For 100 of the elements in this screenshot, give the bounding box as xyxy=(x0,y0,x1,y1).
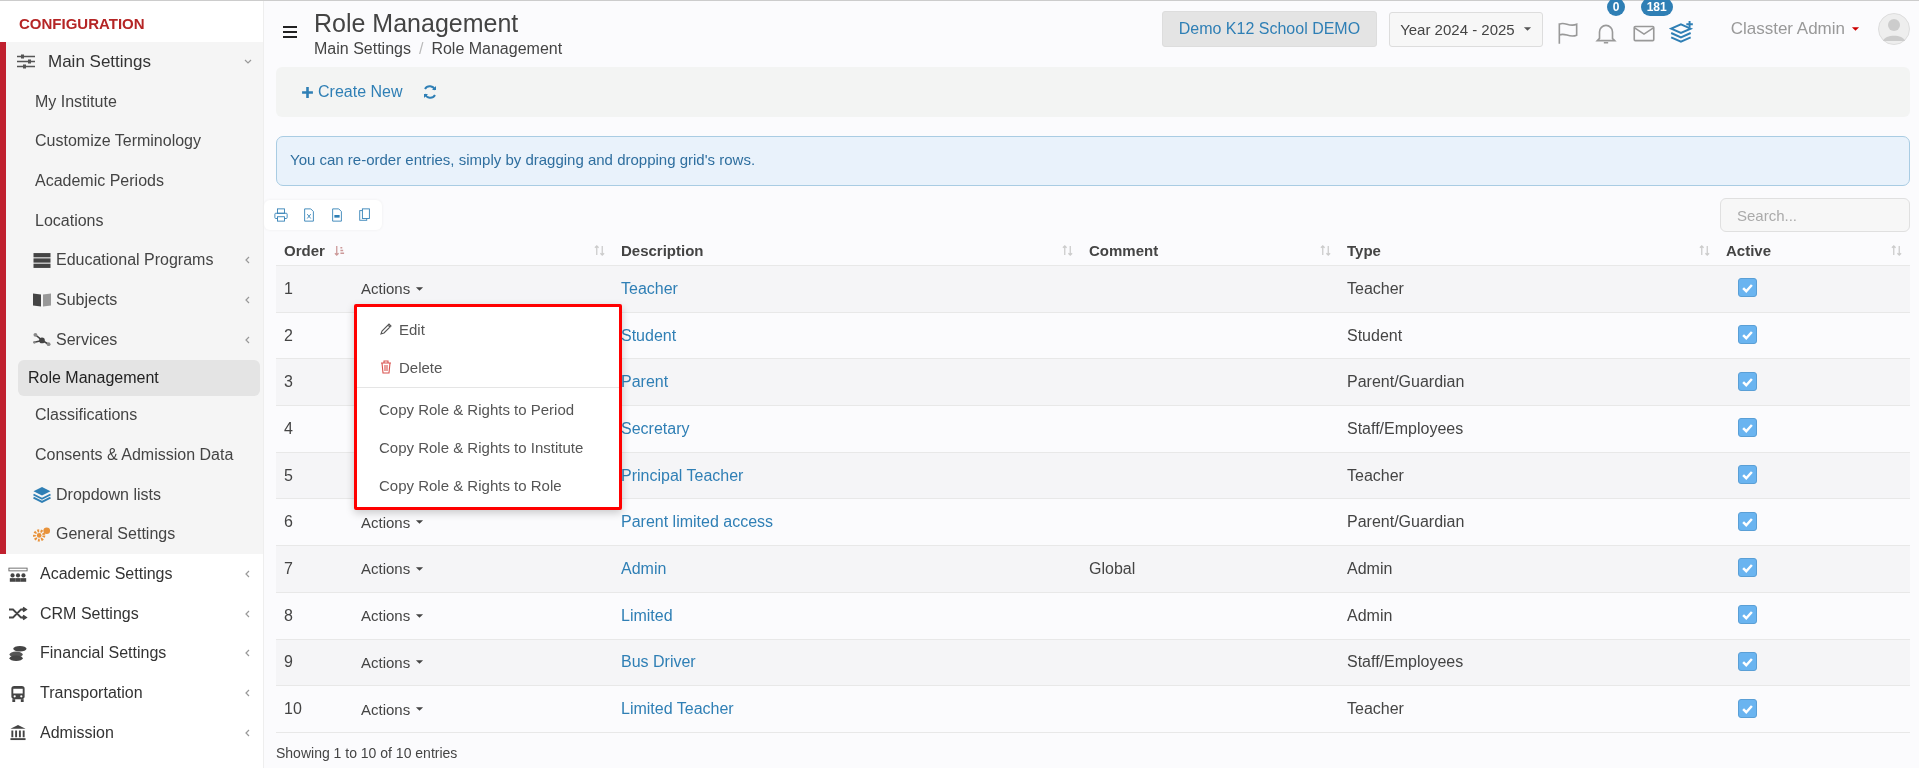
sidebar-item[interactable]: My Institute xyxy=(6,81,263,122)
sort-icon[interactable] xyxy=(1699,245,1710,256)
order-cell-text: 6 xyxy=(283,513,294,532)
column-header[interactable]: Active xyxy=(1726,242,1772,259)
type-cell: Parent/Guardian xyxy=(1347,373,1465,391)
column-header[interactable]: Comment xyxy=(1089,242,1159,259)
type-cell: Staff/Employees xyxy=(1347,419,1464,437)
active-checkbox[interactable] xyxy=(1738,558,1757,578)
sidebar-item[interactable]: Classifications xyxy=(6,395,263,436)
people-icon xyxy=(8,565,28,583)
role-link[interactable]: Limited xyxy=(621,606,673,624)
role-link[interactable]: Student xyxy=(621,326,677,344)
breadcrumb-item[interactable]: Main Settings xyxy=(314,39,411,58)
active-checkbox[interactable] xyxy=(1738,698,1757,718)
actions-button[interactable]: Actions xyxy=(361,653,425,671)
print-icon[interactable] xyxy=(274,208,288,222)
info-alert: You can re-order entries, simply by dragging and dropping grid's rows. xyxy=(276,136,1910,186)
year-select[interactable]: Year 2024 - 2025 xyxy=(1389,11,1543,47)
type-cell: Admin xyxy=(1347,606,1393,624)
menu-item[interactable]: Edit xyxy=(357,310,619,348)
notification-badge: 0 xyxy=(1606,0,1626,16)
refresh-icon[interactable] xyxy=(422,84,439,100)
sidebar-item[interactable]: Academic Periods xyxy=(6,161,263,201)
sidebar-item[interactable]: Subjects xyxy=(6,280,263,320)
role-link[interactable]: Limited Teacher xyxy=(621,700,734,718)
type-cell: Teacher xyxy=(1347,700,1404,718)
csv-file-icon[interactable] xyxy=(330,208,344,222)
search-field[interactable]: Search... xyxy=(1720,198,1910,232)
breadcrumb-separator: / xyxy=(418,39,424,58)
coins-icon xyxy=(8,644,28,662)
role-link[interactable]: Bus Driver xyxy=(621,653,696,671)
comment-cell: Global xyxy=(1089,559,1136,577)
menu-icon[interactable] xyxy=(282,25,298,39)
sidebar-item[interactable]: Main Settings xyxy=(6,42,263,82)
sidebar-item[interactable]: Educational Programs xyxy=(6,240,263,281)
column-header[interactable]: Description xyxy=(621,242,704,259)
sidebar-item[interactable]: Financial Settings xyxy=(0,633,263,674)
role-link[interactable]: Parent limited access xyxy=(621,513,774,531)
active-checkbox[interactable] xyxy=(1738,325,1757,345)
layers-plus-icon[interactable] xyxy=(1668,20,1695,46)
role-link[interactable]: Parent xyxy=(621,373,669,391)
actions-button[interactable]: Actions xyxy=(361,513,425,531)
caret-down-icon xyxy=(415,285,425,292)
create-new-button[interactable]: Create New xyxy=(301,83,403,101)
active-checkbox[interactable] xyxy=(1738,418,1757,438)
actions-button[interactable]: Actions xyxy=(361,560,425,578)
sidebar-item[interactable]: Services xyxy=(6,319,263,360)
column-header[interactable]: Type xyxy=(1347,242,1381,259)
menu-item[interactable]: Copy Role & Rights to Role xyxy=(357,466,619,504)
caret-down-icon xyxy=(415,706,425,713)
sidebar-item[interactable]: Dropdown lists xyxy=(6,474,263,515)
order-cell-text: 8 xyxy=(283,606,294,625)
type-cell: Teacher xyxy=(1347,466,1404,484)
gears-icon xyxy=(32,525,52,543)
sidebar-item[interactable]: Academic Settings xyxy=(0,554,263,594)
role-link[interactable]: Teacher xyxy=(621,279,678,297)
actions-button[interactable]: Actions xyxy=(361,280,425,298)
active-checkbox[interactable] xyxy=(1738,511,1757,531)
order-cell-text: 4 xyxy=(283,419,294,438)
order-cell-text: 5 xyxy=(283,466,294,485)
role-link[interactable]: Principal Teacher xyxy=(621,466,744,484)
copy-icon[interactable] xyxy=(358,208,372,222)
sort-icon[interactable] xyxy=(1891,245,1902,256)
menu-item[interactable]: Copy Role & Rights to Period xyxy=(357,390,619,428)
type-cell: Admin xyxy=(1347,559,1393,577)
entries-info: Showing 1 to 10 of 10 entries xyxy=(276,744,459,761)
caret-down-icon xyxy=(415,612,425,619)
active-checkbox[interactable] xyxy=(1738,278,1757,298)
sort-ascending-icon[interactable] xyxy=(334,245,345,256)
sort-icon[interactable] xyxy=(594,245,605,256)
sidebar-item[interactable]: Customize Terminology xyxy=(6,121,263,162)
excel-file-icon[interactable] xyxy=(302,208,316,222)
actions-button[interactable]: Actions xyxy=(361,700,425,718)
sidebar-item[interactable]: Consents & Admission Data xyxy=(6,435,263,475)
sidebar-item[interactable]: Transportation xyxy=(0,673,263,713)
breadcrumb-item: Role Management xyxy=(431,39,563,58)
shuffle-icon xyxy=(8,605,28,623)
sidebar-item[interactable]: Admission xyxy=(0,713,263,753)
sidebar-item[interactable]: Locations xyxy=(6,200,263,241)
sort-icon[interactable] xyxy=(1062,245,1073,256)
sidebar-item[interactable]: General Settings xyxy=(6,514,263,555)
school-button[interactable]: Demo K12 School DEMO xyxy=(1161,11,1378,47)
menu-item[interactable]: Delete xyxy=(357,348,619,386)
menu-item[interactable]: Copy Role & Rights to Institute xyxy=(357,428,619,466)
active-checkbox[interactable] xyxy=(1738,371,1757,391)
column-header[interactable]: Order xyxy=(284,242,325,259)
sort-icon[interactable] xyxy=(1320,245,1331,256)
message-badge: 181 xyxy=(1640,0,1673,16)
caret-down-icon xyxy=(1522,26,1532,32)
sidebar-item[interactable]: Role Management xyxy=(18,359,260,396)
role-link[interactable]: Admin xyxy=(621,559,667,577)
actions-button[interactable]: Actions xyxy=(361,607,425,625)
active-checkbox[interactable] xyxy=(1738,465,1757,485)
avatar-icon[interactable] xyxy=(1878,13,1910,45)
active-checkbox[interactable] xyxy=(1738,651,1757,671)
sidebar-item[interactable]: CRM Settings xyxy=(0,593,263,634)
role-link[interactable]: Secretary xyxy=(621,419,690,437)
sidebar-heading: CONFIGURATION xyxy=(18,14,146,34)
active-checkbox[interactable] xyxy=(1738,605,1757,625)
trash-icon xyxy=(379,360,393,374)
